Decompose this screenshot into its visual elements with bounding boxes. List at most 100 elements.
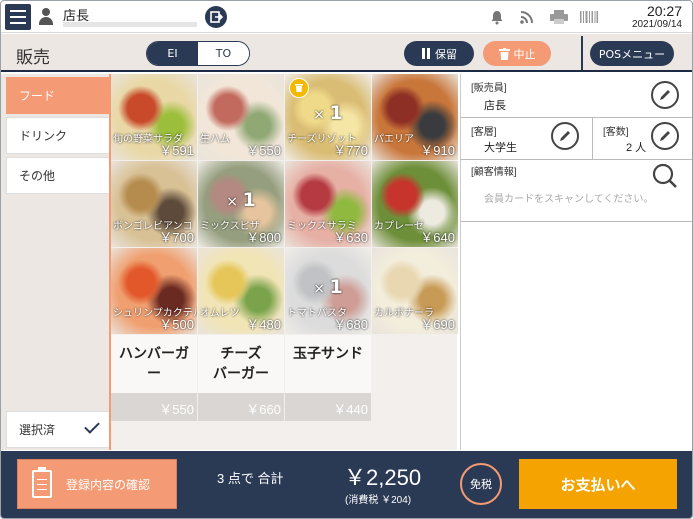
product-tile[interactable]: パエリア ￥910 <box>372 74 458 160</box>
product-price: ￥550 <box>246 143 281 158</box>
search-icon[interactable] <box>651 162 679 190</box>
product-name: チーズ バーガー <box>213 345 269 381</box>
product-price: ￥690 <box>420 317 455 332</box>
confirm-order-button[interactable]: 登録内容の確認 <box>17 459 177 509</box>
product-price: ￥550 <box>159 402 194 417</box>
page-title: 販売 <box>16 48 50 67</box>
product-tile[interactable]: × 1 チーズリゾット ￥770 <box>285 74 371 160</box>
category-food[interactable]: フード <box>6 77 110 114</box>
bell-icon <box>491 11 503 25</box>
user-icon <box>39 8 53 26</box>
status-bar: 店長 20:27 2021/09/14 <box>1 1 692 33</box>
product-tile[interactable]: ハンバーガー ￥550 <box>111 335 197 421</box>
pay-button[interactable]: お支払いへ <box>519 459 677 509</box>
header-divider <box>581 36 583 70</box>
staff-name-underline <box>63 22 197 27</box>
edit-segment-icon[interactable] <box>551 122 579 150</box>
product-tile[interactable]: チーズ バーガー ￥660 <box>198 335 284 421</box>
product-price: ￥800 <box>246 230 281 245</box>
item-count-summary: 3 点で 合計 <box>217 471 284 486</box>
segment-divider <box>592 118 593 160</box>
customer-panel: [販売員] 店長 [客層] 大学生 [客数] 2 人 [顧客情報] 会員カードを… <box>460 74 692 450</box>
page-header: 販売 EI TO 保留 中止 POSメニュー <box>1 34 692 72</box>
product-name: オムレツ <box>200 308 240 319</box>
customer-count-label: [客数] <box>603 127 629 138</box>
category-other[interactable]: その他 <box>6 157 110 194</box>
edit-salesperson-icon[interactable] <box>651 81 679 109</box>
remove-item-icon[interactable] <box>289 78 309 98</box>
member-card-hint: 会員カードをスキャンしてください。 <box>484 194 654 205</box>
product-tile[interactable]: 生ハム ￥550 <box>198 74 284 160</box>
cancel-button[interactable]: 中止 <box>483 41 551 66</box>
category-drink[interactable]: ドリンク <box>6 117 110 154</box>
product-price: ￥591 <box>159 143 194 158</box>
product-price: ￥480 <box>246 317 281 332</box>
clipboard-icon <box>32 467 52 498</box>
customer-info-label: [顧客情報] <box>471 167 517 178</box>
logout-button[interactable] <box>205 6 227 28</box>
segment-label: [客層] <box>471 127 497 138</box>
product-price: ￥640 <box>420 230 455 245</box>
product-tile[interactable]: オムレツ ￥480 <box>198 248 284 334</box>
clock-date: 2021/09/14 <box>631 19 682 30</box>
product-name: 生ハム <box>200 134 230 145</box>
customer-count-value: 2 人 <box>626 142 647 154</box>
pause-icon <box>422 48 430 59</box>
product-tile[interactable]: ボンゴレビアンコ ￥700 <box>111 161 197 247</box>
tab-eat-in[interactable]: EI <box>147 42 198 65</box>
quantity-badge: × 1 <box>226 189 256 211</box>
product-price: ￥770 <box>333 143 368 158</box>
quantity-badge: × 1 <box>313 102 343 124</box>
product-tile[interactable]: ミックスサラミ ￥630 <box>285 161 371 247</box>
product-tile[interactable]: カプレーゼ ￥640 <box>372 161 458 247</box>
product-grid: 旬の野菜サラダ ￥591 生ハム ￥550 × 1 チーズリゾット ￥770 パエリア ￥910… <box>111 74 458 450</box>
selected-filter-button[interactable]: 選択済 <box>6 411 110 448</box>
product-tile[interactable]: × 1 ミックスピザ ￥800 <box>198 161 284 247</box>
pos-window: 店長 20:27 2021/09/14 販売 EI TO 保留 中止 POSメニ… <box>0 0 693 519</box>
hold-label: 保留 <box>435 47 457 61</box>
logout-icon <box>210 11 224 23</box>
cancel-label: 中止 <box>513 47 536 61</box>
product-tile[interactable]: カルボナーラ ￥690 <box>372 248 458 334</box>
segment-section: [客層] 大学生 [客数] 2 人 <box>461 118 692 160</box>
product-price: ￥660 <box>246 402 281 417</box>
product-price: ￥440 <box>333 402 368 417</box>
check-icon <box>84 418 100 434</box>
footer-bar: 登録内容の確認 3 点で 合計 ￥2,250 (消費税 ￥204) 免税 お支払… <box>1 451 692 518</box>
segment-value: 大学生 <box>484 142 517 154</box>
salesperson-value: 店長 <box>484 100 506 112</box>
selected-filter-label: 選択済 <box>19 423 56 437</box>
hamburger-menu-button[interactable] <box>5 4 31 30</box>
product-price: ￥630 <box>333 230 368 245</box>
category-sidebar: フード ドリンク その他 選択済 <box>1 74 112 450</box>
tab-takeout[interactable]: TO <box>198 42 249 65</box>
product-tile[interactable]: 旬の野菜サラダ ￥591 <box>111 74 197 160</box>
confirm-order-label: 登録内容の確認 <box>66 477 151 492</box>
edit-count-icon[interactable] <box>651 122 679 150</box>
product-price: ￥910 <box>420 143 455 158</box>
barcode-icon <box>580 11 598 23</box>
pos-menu-button[interactable]: POSメニュー <box>590 41 674 66</box>
product-tile[interactable]: シュリンプカクテル ￥500 <box>111 248 197 334</box>
tax-free-button[interactable]: 免税 <box>460 463 502 505</box>
total-price: ￥2,250 <box>344 465 422 490</box>
product-name: パエリア <box>374 134 414 145</box>
hold-button[interactable]: 保留 <box>404 41 474 66</box>
salesperson-label: [販売員] <box>471 83 507 94</box>
product-price: ￥500 <box>159 317 194 332</box>
product-name: カプレーゼ <box>374 221 424 232</box>
trash-icon <box>498 47 510 60</box>
tax-amount: (消費税 ￥204) <box>345 495 412 506</box>
product-name: ハンバーガー <box>119 345 189 381</box>
product-price: ￥680 <box>333 317 368 332</box>
product-price: ￥700 <box>159 230 194 245</box>
dine-mode-toggle[interactable]: EI TO <box>146 41 250 66</box>
product-tile[interactable]: × 1 トマトパスタ ￥680 <box>285 248 371 334</box>
clock-time: 20:27 <box>646 3 682 19</box>
printer-icon <box>550 10 568 24</box>
product-name: 玉子サンド <box>293 345 363 361</box>
wifi-icon <box>520 11 533 24</box>
salesperson-section[interactable]: [販売員] 店長 <box>461 74 692 118</box>
product-tile[interactable]: 玉子サンド ￥440 <box>285 335 371 421</box>
quantity-badge: × 1 <box>313 276 343 298</box>
